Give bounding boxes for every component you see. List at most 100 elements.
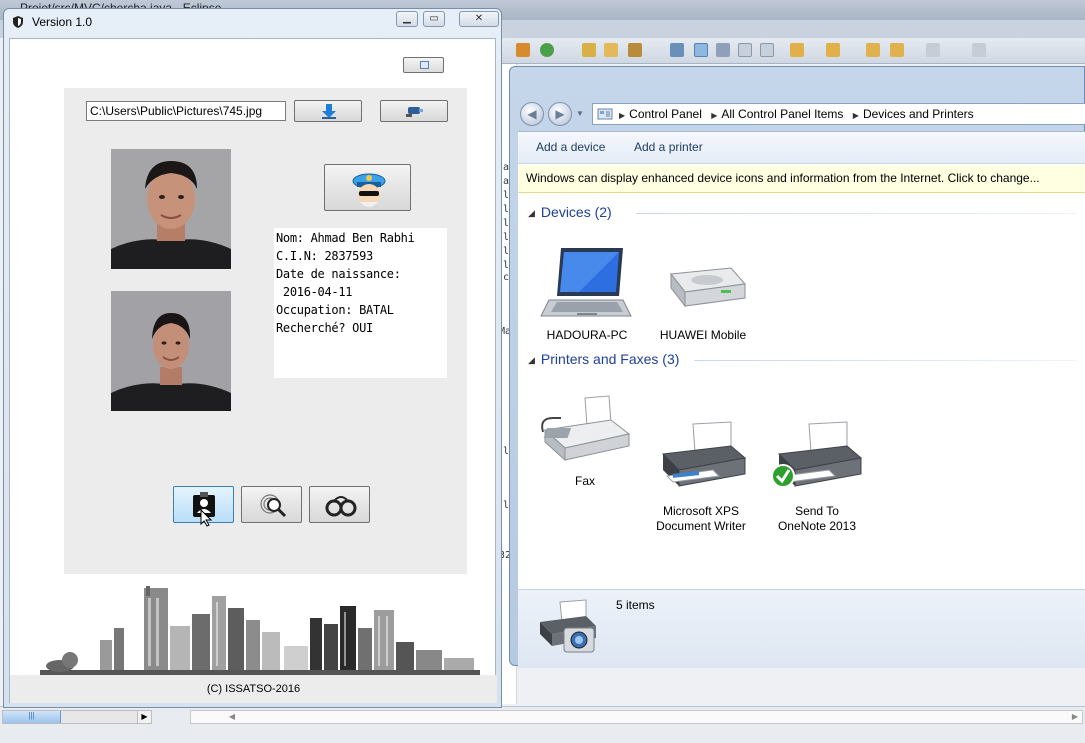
horizontal-scrollbar-right[interactable]: ◀ ▶ — [190, 710, 1083, 724]
chevron-right-icon[interactable]: ▶ — [853, 111, 859, 120]
laptop-icon — [539, 244, 635, 324]
fingerprint-magnifier-icon — [260, 494, 287, 518]
control-panel-icon — [597, 108, 613, 120]
forward-arrow-icon: ▶ — [555, 107, 565, 121]
device-fax[interactable]: Fax — [530, 390, 640, 489]
scroll-thumb[interactable]: ||| — [3, 711, 61, 723]
window-icon — [420, 61, 429, 69]
highlight-icon[interactable] — [694, 43, 708, 57]
drive-icon — [655, 244, 751, 324]
minimize-button[interactable]: ▁ — [396, 11, 418, 27]
scroll-right-arrow-icon[interactable]: ▶ — [137, 711, 151, 723]
info-nom: Nom: Ahmad Ben Rabhi — [276, 231, 415, 245]
eclipse-toolbar — [500, 38, 1085, 64]
pin-icon[interactable] — [972, 43, 986, 57]
printers-group-title: Printers and Faxes (3) — [540, 351, 680, 367]
window-title: Version 1.0 — [32, 15, 93, 29]
fax-icon — [537, 390, 633, 470]
printer-default-icon — [769, 405, 865, 488]
info-bar[interactable]: Windows can display enhanced device icon… — [518, 165, 1085, 193]
device-label: HADOURA-PC — [546, 328, 628, 342]
app-client-area: C:\Users\Public\Pictures\745.jpg Nom: Ah… — [9, 38, 497, 703]
app-window: Version 1.0 ▁ ▭ ✕ C:\Users\Public\Pictur… — [3, 8, 502, 708]
police-check-button[interactable] — [324, 164, 411, 211]
next-annotation-icon[interactable] — [790, 43, 804, 57]
device-label: Send To OneNote 2013 — [777, 504, 857, 533]
search-icon[interactable] — [670, 43, 684, 57]
back-arrow-icon: ◀ — [527, 107, 537, 121]
camera-button[interactable] — [380, 100, 448, 122]
devices-content-area: Add a device Add a printer Windows can d… — [518, 131, 1085, 668]
small-action-button[interactable] — [403, 57, 444, 73]
copyright-text: (C) ISSATSO-2016 — [206, 683, 301, 695]
build-icon[interactable] — [516, 43, 530, 57]
breadcrumb-control-panel[interactable]: Control Panel — [629, 107, 702, 121]
devices-group-header[interactable]: ◢ Devices (2) — [528, 204, 612, 220]
add-device-button[interactable]: Add a device — [536, 140, 605, 154]
recent-pages-dropdown-icon[interactable]: ▼ — [576, 109, 584, 118]
forward-button[interactable]: ▶ — [548, 102, 572, 126]
camera-icon — [406, 107, 423, 117]
breadcrumb: ▶ Control Panel ▶ All Control Panel Items … — [617, 107, 978, 121]
group-divider — [694, 360, 1076, 361]
database-photo — [111, 291, 231, 411]
breadcrumb-devices-printers[interactable]: Devices and Printers — [863, 107, 974, 121]
devices-summary-icon — [540, 599, 596, 653]
scroll-right-arrow-icon[interactable]: ▶ — [1068, 711, 1082, 723]
tool-icon[interactable] — [628, 43, 642, 57]
printers-group-header[interactable]: ◢ Printers and Faxes (3) — [528, 351, 679, 367]
download-arrow-icon — [322, 104, 336, 119]
back-icon[interactable] — [866, 43, 880, 57]
paragraph-icon[interactable] — [760, 43, 774, 57]
fingerprint-search-button[interactable] — [241, 486, 302, 523]
identity-card-button[interactable] — [173, 486, 234, 527]
devices-and-printers-window: ◀ ▶ ▼ ▶ Control Panel ▶ All Control Panel … — [509, 66, 1085, 668]
shield-icon — [13, 16, 23, 28]
info-dob-label: Date de naissance: — [276, 267, 401, 281]
info-dob-value: 2016-04-11 — [276, 285, 353, 299]
device-hadoura-pc[interactable]: HADOURA-PC — [532, 244, 642, 343]
back-button[interactable]: ◀ — [520, 102, 544, 126]
address-bar-row: ◀ ▶ ▼ ▶ Control Panel ▶ All Control Panel … — [518, 99, 1085, 129]
city-skyline-image — [40, 586, 480, 676]
details-pane: 5 items — [518, 589, 1085, 668]
refresh-icon[interactable] — [540, 43, 554, 57]
device-huawei-mobile[interactable]: HUAWEI Mobile — [648, 244, 758, 343]
back-arrow-icon[interactable] — [890, 43, 904, 57]
main-panel: C:\Users\Public\Pictures\745.jpg Nom: Ah… — [64, 88, 467, 574]
info-recherche: Recherché? OUI — [276, 321, 373, 335]
forward-arrow-icon[interactable] — [926, 43, 940, 57]
mouse-cursor-icon — [200, 509, 213, 527]
group-divider — [636, 213, 1076, 214]
info-cin: C.I.N: 2837593 — [276, 249, 373, 263]
collapse-triangle-icon[interactable]: ◢ — [528, 355, 535, 365]
person-info-box: Nom: Ahmad Ben Rabhi C.I.N: 2837593 Date d… — [274, 228, 447, 378]
handcuffs-button[interactable] — [309, 486, 370, 523]
chevron-right-icon[interactable]: ▶ — [711, 111, 717, 120]
police-officer-icon — [352, 173, 386, 207]
printer-icon — [653, 405, 749, 487]
block-icon[interactable] — [738, 43, 752, 57]
device-label: Microsoft XPS Document Writer — [656, 504, 746, 533]
folder-icon[interactable] — [604, 43, 618, 57]
open-folder-icon[interactable] — [582, 43, 596, 57]
horizontal-scrollbar-left[interactable]: ||| ▶ — [2, 710, 152, 724]
add-printer-button[interactable]: Add a printer — [634, 140, 703, 154]
address-bar[interactable]: ▶ Control Panel ▶ All Control Panel Items … — [592, 103, 1085, 125]
breadcrumb-all-items[interactable]: All Control Panel Items — [721, 107, 843, 121]
devices-group-title: Devices (2) — [540, 204, 612, 220]
collapse-triangle-icon[interactable]: ◢ — [528, 208, 535, 218]
device-microsoft-xps[interactable]: Microsoft XPS Document Writer — [646, 390, 756, 549]
device-label: HUAWEI Mobile — [659, 328, 747, 342]
toggle-icon[interactable] — [716, 43, 730, 57]
download-button[interactable] — [294, 100, 362, 122]
device-send-to-onenote[interactable]: Send To OneNote 2013 — [762, 390, 872, 549]
command-bar: Add a device Add a printer — [518, 132, 1085, 164]
item-count: 5 items — [616, 598, 655, 612]
image-path-field[interactable]: C:\Users\Public\Pictures\745.jpg — [86, 101, 286, 121]
close-button[interactable]: ✕ — [459, 11, 499, 27]
scroll-left-arrow-icon[interactable]: ◀ — [225, 711, 239, 723]
maximize-button[interactable]: ▭ — [423, 11, 445, 27]
prev-annotation-icon[interactable] — [826, 43, 840, 57]
chevron-right-icon[interactable]: ▶ — [619, 111, 625, 120]
